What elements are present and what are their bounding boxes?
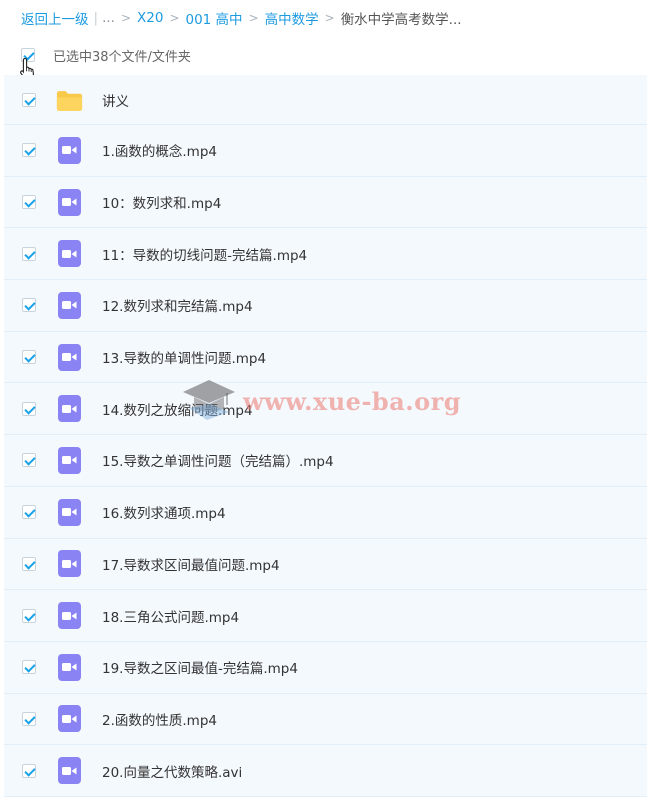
video-file-icon <box>56 498 83 526</box>
back-link[interactable]: 返回上一级 <box>21 8 89 28</box>
file-name[interactable]: 15.导数之单调性问题（完结篇）.mp4 <box>102 450 334 470</box>
chevron-right-icon: > <box>120 11 131 25</box>
file-row[interactable]: 2.函数的性质.mp4 <box>4 693 647 746</box>
file-row[interactable]: 14.数列之放缩问题.mp4 <box>4 383 647 436</box>
file-row[interactable]: 19.导数之区间最值-完结篇.mp4 <box>4 641 647 694</box>
file-row[interactable]: 16.数列求通项.mp4 <box>4 486 647 539</box>
row-checkbox[interactable] <box>22 608 36 623</box>
row-checkbox[interactable] <box>22 763 36 778</box>
breadcrumb-item-x20[interactable]: X20 <box>137 10 163 26</box>
video-file-icon <box>56 136 83 164</box>
chevron-right-icon: > <box>324 11 335 25</box>
breadcrumb: 返回上一级 | ... > X20 > 001 高中 > 高中数学 > 衡水中学… <box>21 8 462 28</box>
file-row[interactable]: 1.函数的概念.mp4 <box>4 125 647 177</box>
file-name[interactable]: 19.导数之区间最值-完结篇.mp4 <box>102 657 298 677</box>
selection-bar: 已选中38个文件/文件夹 <box>20 44 191 80</box>
breadcrumb-item-highschool[interactable]: 001 高中 <box>186 8 243 28</box>
breadcrumb-item-math[interactable]: 高中数学 <box>265 8 319 28</box>
row-checkbox[interactable] <box>22 246 36 261</box>
row-checkbox[interactable] <box>22 505 36 520</box>
file-row[interactable]: 13.导数的单调性问题.mp4 <box>4 331 647 384</box>
file-name[interactable]: 13.导数的单调性问题.mp4 <box>102 347 266 367</box>
video-file-icon <box>56 757 83 785</box>
file-name[interactable]: 14.数列之放缩问题.mp4 <box>102 399 253 419</box>
file-row[interactable]: 20.向量之代数策略.avi <box>4 745 647 797</box>
video-file-icon <box>56 705 83 733</box>
file-name[interactable]: 20.向量之代数策略.avi <box>102 761 242 781</box>
row-checkbox[interactable] <box>22 453 36 468</box>
row-checkbox[interactable] <box>22 711 36 726</box>
video-file-icon <box>56 395 83 423</box>
file-row[interactable]: 10：数列求和.mp4 <box>4 176 647 229</box>
row-checkbox[interactable] <box>22 195 36 210</box>
chevron-right-icon: > <box>169 11 180 25</box>
file-name[interactable]: 18.三角公式问题.mp4 <box>102 606 239 626</box>
row-checkbox[interactable] <box>22 660 36 675</box>
breadcrumb-divider: | <box>93 10 99 26</box>
video-file-icon <box>56 446 83 474</box>
video-file-icon <box>56 240 83 268</box>
file-row[interactable]: 15.导数之单调性问题（完结篇）.mp4 <box>4 435 647 487</box>
video-file-icon <box>56 550 83 578</box>
file-name[interactable]: 16.数列求通项.mp4 <box>102 502 226 522</box>
file-row[interactable]: 18.三角公式问题.mp4 <box>4 590 647 642</box>
breadcrumb-current: 衡水中学高考数学... <box>340 12 462 28</box>
file-row[interactable]: 11：导数的切线问题-完结篇.mp4 <box>4 228 647 281</box>
file-name[interactable]: 1.函数的概念.mp4 <box>102 140 217 160</box>
video-file-icon <box>56 602 83 630</box>
row-checkbox[interactable] <box>22 298 36 313</box>
chevron-right-icon: > <box>248 11 259 25</box>
file-name[interactable]: 12.数列求和完结篇.mp4 <box>102 295 253 315</box>
folder-icon <box>56 86 83 113</box>
video-file-icon <box>56 653 83 681</box>
file-name[interactable]: 11：导数的切线问题-完结篇.mp4 <box>102 244 307 264</box>
video-file-icon <box>56 343 83 371</box>
file-name[interactable]: 2.函数的性质.mp4 <box>102 709 217 729</box>
video-file-icon <box>56 291 83 319</box>
file-row[interactable]: 17.导数求区间最值问题.mp4 <box>4 538 647 591</box>
video-file-icon <box>56 188 83 216</box>
row-checkbox[interactable] <box>22 401 36 416</box>
file-name[interactable]: 17.导数求区间最值问题.mp4 <box>102 554 280 574</box>
row-checkbox[interactable] <box>22 556 36 571</box>
row-checkbox[interactable] <box>22 92 36 107</box>
selection-count-text: 已选中38个文件/文件夹 <box>53 49 191 65</box>
file-list: 讲义 1.函数的概念.mp4 10：数列求和.mp4 11：导数的切线问题-完结篇.m… <box>4 75 647 797</box>
breadcrumb-ellipsis[interactable]: ... <box>102 10 115 26</box>
file-name[interactable]: 讲义 <box>102 90 129 110</box>
file-row[interactable]: 12.数列求和完结篇.mp4 <box>4 280 647 332</box>
folder-row[interactable]: 讲义 <box>4 75 647 125</box>
file-name[interactable]: 10：数列求和.mp4 <box>102 192 221 212</box>
row-checkbox[interactable] <box>22 350 36 365</box>
row-checkbox[interactable] <box>22 143 36 158</box>
